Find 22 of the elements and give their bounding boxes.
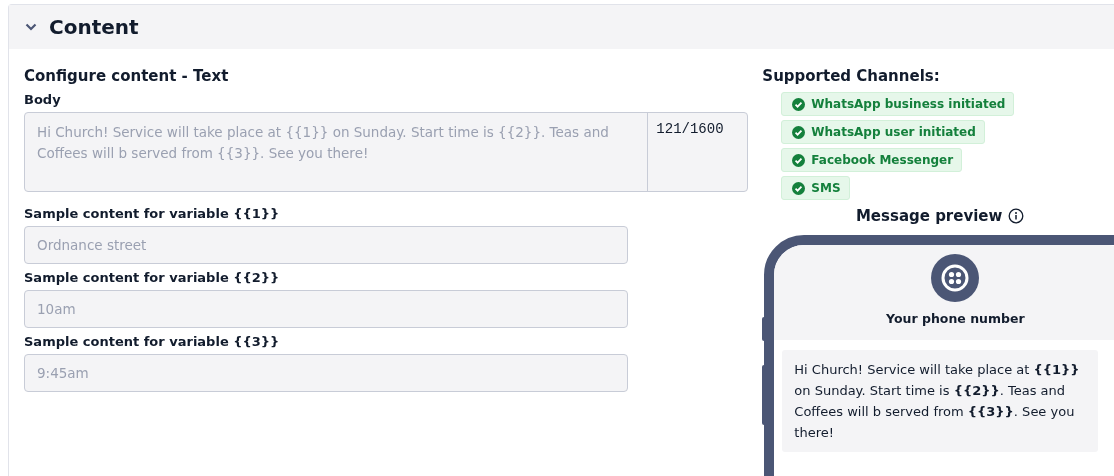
section-header[interactable]: Content (9, 5, 1114, 49)
channel-badge: WhatsApp user initiated (781, 120, 985, 144)
check-circle-icon (792, 125, 806, 139)
preview-title: Message preview (855, 207, 1003, 225)
section-title: Content (49, 15, 139, 39)
variable-label: Sample content for variable {{2}} (24, 270, 281, 285)
channel-badge: Facebook Messenger (781, 148, 963, 172)
variable-label: Sample content for variable {{1}} (24, 206, 281, 221)
avatar-icon (931, 254, 980, 302)
sender-name: Your phone number (886, 311, 1025, 326)
channel-badge: WhatsApp business initiated (781, 92, 1015, 116)
message-bubble: Hi Church! Service will take place at {{1}} on Sunday. Start time is {{2}}. Teas and Coffees will b served from {{3}}. See you there! (782, 350, 1099, 452)
check-circle-icon (792, 181, 806, 195)
character-counter: 121/1600 (656, 121, 724, 137)
check-circle-icon (792, 153, 806, 167)
channels-title: Supported Channels: (762, 67, 941, 85)
variable-label: Sample content for variable {{3}} (24, 334, 281, 349)
channel-badge: SMS (781, 176, 850, 200)
check-circle-icon (792, 97, 806, 111)
body-label: Body (24, 92, 62, 107)
configure-title: Configure content - Text (24, 67, 230, 85)
info-icon[interactable] (1008, 208, 1025, 224)
